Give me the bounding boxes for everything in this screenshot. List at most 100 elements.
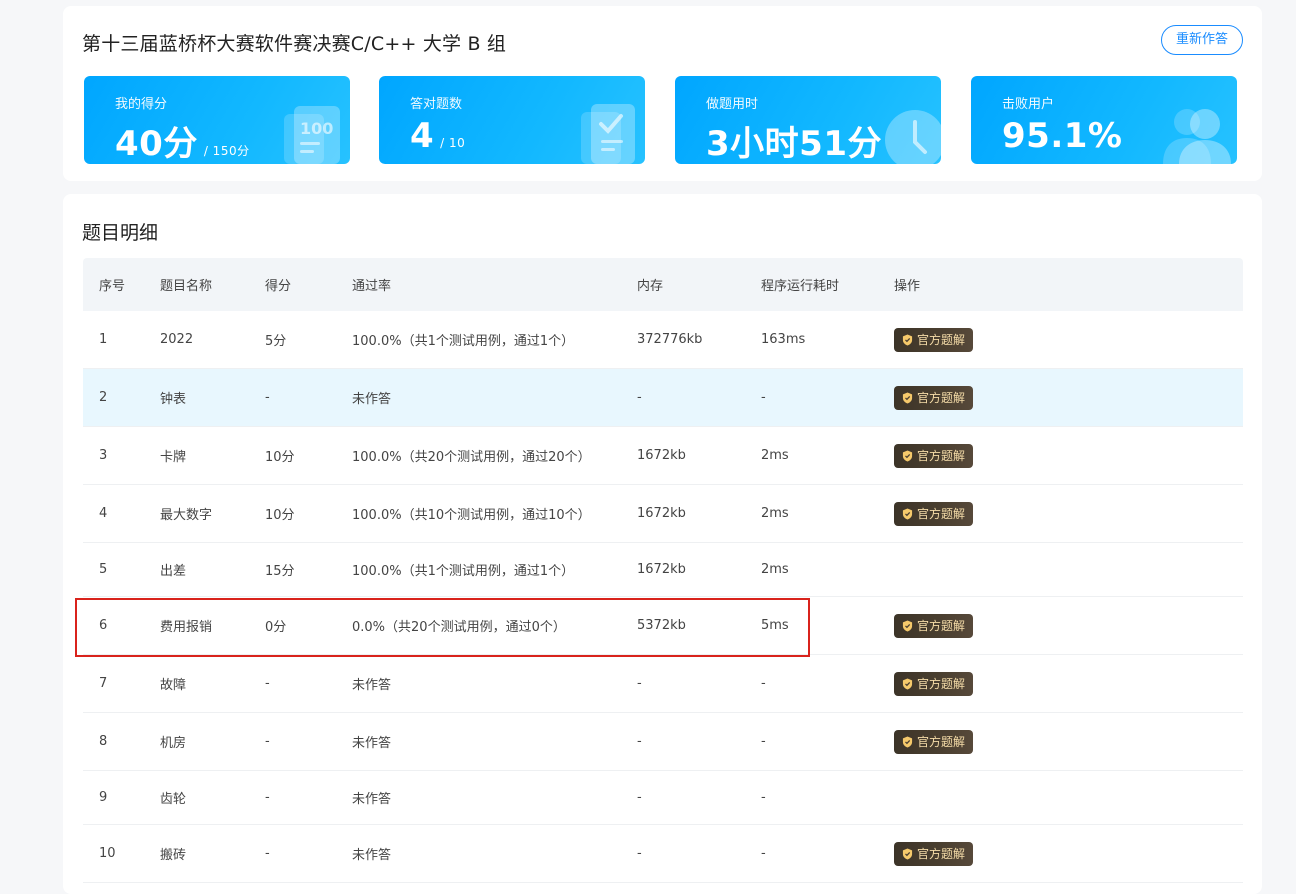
official-solution-button[interactable]: 官方题解 (894, 841, 974, 866)
cell-name[interactable]: 机房 (160, 732, 265, 751)
cell-name[interactable]: 最大数字 (160, 504, 265, 523)
cell-time: 2ms (761, 448, 789, 463)
cell-score: - (265, 390, 270, 405)
cell-rate: 未作答 (352, 392, 392, 407)
cell-name[interactable]: 搬砖 (160, 844, 265, 863)
cell-no: 10 (99, 846, 116, 861)
cell-mem: 1672kb (637, 448, 686, 463)
official-solution-button[interactable]: 官方题解 (894, 671, 974, 696)
cell-mem: - (637, 676, 642, 691)
cell-mem: 1672kb (637, 562, 686, 577)
cell-score: - (265, 790, 270, 805)
stat-correct: 答对题数 4/ 10 (379, 76, 645, 164)
shield-icon (902, 392, 913, 403)
col-header: 程序运行耗时 (761, 279, 840, 294)
cell-time: 5ms (761, 618, 789, 633)
cell-no: 7 (99, 676, 108, 691)
cell-action: 官方题解 (894, 613, 1094, 638)
solution-label: 官方题解 (917, 677, 966, 691)
stat-label: 击败用户 (1002, 97, 1055, 112)
table-row: 3 卡牌 10分 100.0%（共20个测试用例，通过20个） 1672kb 2ms 官方题… (83, 427, 1243, 485)
table-row: 4 最大数字 10分 100.0%（共10个测试用例，通过10个） 1672kb 2ms 官… (83, 485, 1243, 543)
official-solution-button[interactable]: 官方题解 (894, 327, 974, 352)
shield-icon (902, 620, 913, 631)
cell-mem: 1672kb (637, 506, 686, 521)
shield-icon (902, 334, 913, 345)
detail-card: 题目明细 序号 题目名称 得分 通过率 内存 程序运行耗时 操作 1 2022 5分… (63, 194, 1262, 894)
cell-name[interactable]: 费用报销 (160, 616, 265, 635)
cell-mem: - (637, 734, 642, 749)
solution-label: 官方题解 (917, 333, 966, 347)
cell-score: - (265, 734, 270, 749)
shield-icon (902, 678, 913, 689)
cell-name[interactable]: 齿轮 (160, 788, 265, 807)
cell-mem: - (637, 790, 642, 805)
official-solution-button[interactable]: 官方题解 (894, 385, 974, 410)
solution-label: 官方题解 (917, 449, 966, 463)
cell-rate: 未作答 (352, 678, 392, 693)
cell-name[interactable]: 2022 (160, 332, 265, 347)
official-solution-button[interactable]: 官方题解 (894, 501, 974, 526)
cell-score: 5分 (265, 334, 287, 349)
col-header: 得分 (265, 279, 292, 294)
cell-time: - (761, 676, 766, 691)
cell-no: 4 (99, 506, 108, 521)
users-icon (1163, 109, 1231, 164)
official-solution-button[interactable]: 官方题解 (894, 443, 974, 468)
solution-label: 官方题解 (917, 735, 966, 749)
official-solution-button[interactable]: 官方题解 (894, 729, 974, 754)
cell-rate: 0.0%（共20个测试用例，通过0个） (352, 620, 566, 635)
cell-no: 5 (99, 562, 108, 577)
cell-mem: 5372kb (637, 618, 686, 633)
cell-no: 8 (99, 734, 108, 749)
col-header: 题目名称 (160, 279, 213, 294)
table-header: 序号 题目名称 得分 通过率 内存 程序运行耗时 操作 (83, 258, 1243, 311)
solution-label: 官方题解 (917, 847, 966, 861)
col-header: 内存 (637, 279, 664, 294)
stat-label: 我的得分 (115, 97, 168, 112)
stat-label: 答对题数 (410, 97, 463, 112)
cell-name[interactable]: 钟表 (160, 388, 265, 407)
svg-text:100: 100 (300, 119, 333, 138)
cell-score: - (265, 676, 270, 691)
results-table: 序号 题目名称 得分 通过率 内存 程序运行耗时 操作 1 2022 5分 100.0… (83, 258, 1243, 883)
table-row: 7 故障 - 未作答 - - 官方题解 (83, 655, 1243, 713)
cell-name[interactable]: 故障 (160, 674, 265, 693)
col-header: 序号 (99, 279, 126, 294)
stat-label: 做题用时 (706, 97, 759, 112)
cell-time: - (761, 846, 766, 861)
cell-rate: 100.0%（共20个测试用例，通过20个） (352, 450, 591, 465)
solution-label: 官方题解 (917, 619, 966, 633)
cell-name[interactable]: 出差 (160, 560, 265, 579)
cell-time: 163ms (761, 332, 806, 347)
cell-rate: 未作答 (352, 736, 392, 751)
cell-no: 9 (99, 790, 108, 805)
cell-time: - (761, 734, 766, 749)
solution-label: 官方题解 (917, 507, 966, 521)
cell-action: 官方题解 (894, 671, 1094, 696)
cell-score: 0分 (265, 620, 287, 635)
stat-score: 我的得分 40分/ 150分 100 (84, 76, 350, 164)
table-row: 6 费用报销 0分 0.0%（共20个测试用例，通过0个） 5372kb 5ms 官方题解 (83, 597, 1243, 655)
cell-no: 3 (99, 448, 108, 463)
cell-time: - (761, 390, 766, 405)
cell-score: - (265, 846, 270, 861)
cell-score: 15分 (265, 564, 295, 579)
col-header: 通过率 (352, 279, 392, 294)
shield-icon (902, 450, 913, 461)
cell-no: 2 (99, 390, 108, 405)
stat-time: 做题用时 3小时51分 (675, 76, 941, 164)
cell-time: 2ms (761, 562, 789, 577)
shield-icon (902, 848, 913, 859)
cell-name[interactable]: 卡牌 (160, 446, 265, 465)
cell-mem: 372776kb (637, 332, 703, 347)
cell-mem: - (637, 390, 642, 405)
table-row: 2 钟表 - 未作答 - - 官方题解 (83, 369, 1243, 427)
official-solution-button[interactable]: 官方题解 (894, 613, 974, 638)
solution-label: 官方题解 (917, 391, 966, 405)
redo-button[interactable]: 重新作答 (1161, 25, 1243, 55)
detail-title: 题目明细 (82, 222, 159, 244)
stat-value: 40分/ 150分 (115, 124, 250, 164)
shield-icon (902, 508, 913, 519)
cell-no: 6 (99, 618, 108, 633)
